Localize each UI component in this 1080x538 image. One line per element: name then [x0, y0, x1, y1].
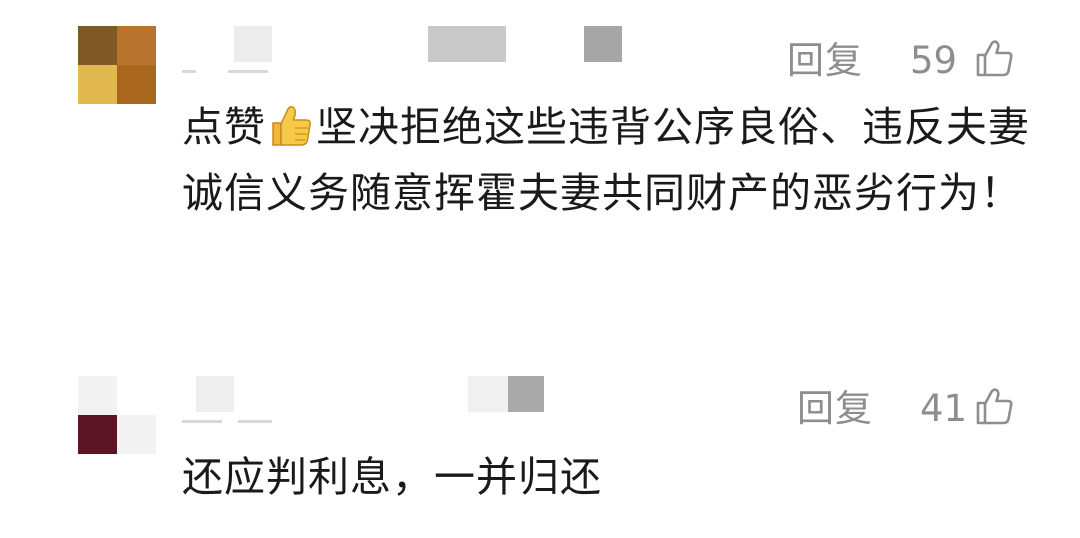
redaction-block	[584, 26, 622, 62]
redaction-block	[234, 26, 272, 62]
thumbs-up-outline-icon[interactable]	[975, 38, 1015, 78]
avatar[interactable]	[78, 26, 156, 104]
avatar-pixel	[78, 65, 117, 104]
redaction-line	[228, 70, 268, 73]
redaction-block	[468, 376, 508, 412]
redaction-block	[508, 376, 544, 412]
comment-item: 回复 41 还应判利息，一并归还	[0, 360, 1080, 538]
redaction-line	[182, 420, 222, 423]
redaction-line	[182, 70, 196, 73]
comment-text-part: 点赞	[182, 103, 266, 151]
comment-item: 回复 59 点赞 坚决拒绝这些违背公序良俗、违反夫妻诚信义务随意挥霍夫妻共同财产…	[0, 0, 1080, 330]
reply-button[interactable]: 回复	[787, 42, 863, 79]
avatar-pixel	[117, 376, 156, 415]
thumbs-up-outline-icon[interactable]	[975, 386, 1015, 426]
username-redacted[interactable]	[182, 374, 562, 424]
username-redacted[interactable]	[182, 24, 632, 74]
redaction-line	[238, 420, 272, 423]
avatar-pixel	[117, 65, 156, 104]
comment-text: 还应判利息，一并归还	[182, 453, 602, 501]
avatar-pixel	[117, 26, 156, 65]
comment-text: 点赞 坚决拒绝这些违背公序良俗、违反夫妻诚信义务随意挥霍夫妻共同财产的恶劣行为！	[182, 94, 1042, 226]
avatar-pixel	[78, 26, 117, 65]
redaction-block	[196, 376, 234, 412]
redaction-block	[428, 26, 506, 62]
avatar[interactable]	[78, 376, 156, 454]
like-count: 59	[910, 39, 958, 82]
avatar-pixel	[117, 415, 156, 454]
reply-button[interactable]: 回复	[797, 390, 873, 427]
avatar-pixel	[78, 376, 117, 415]
like-count: 41	[920, 387, 968, 430]
avatar-pixel	[78, 415, 117, 454]
thumbs-up-emoji	[272, 105, 311, 146]
